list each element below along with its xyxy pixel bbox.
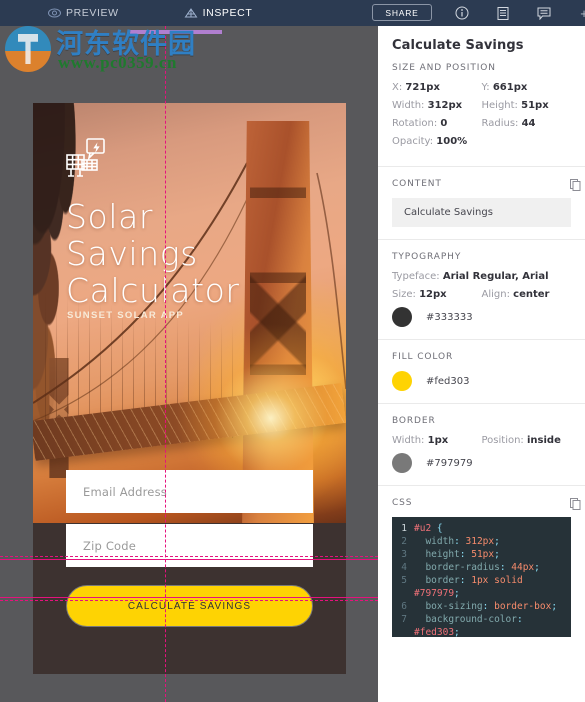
typeface-value: Arial Regular, Arial <box>442 271 549 282</box>
section-typography: TYPOGRAPHY Typeface: Arial Regular, Aria… <box>378 239 585 339</box>
border-width-value: 1px <box>427 435 449 446</box>
width-label: Width: <box>392 100 425 111</box>
y-row: Y: 661px <box>482 82 572 93</box>
zip-code-field[interactable]: Zip Code <box>66 524 313 567</box>
align-label: Align: <box>481 289 510 300</box>
fill-color-row[interactable]: #fed303 <box>392 371 571 391</box>
tab-preview-label: PREVIEW <box>66 7 119 19</box>
content-value[interactable]: Calculate Savings <box>392 198 571 227</box>
y-label: Y: <box>481 82 490 93</box>
copy-icon[interactable] <box>570 176 581 195</box>
css-code-line: 2 width: 312px; <box>401 536 500 547</box>
tab-inspect[interactable]: INSPECT <box>180 0 257 26</box>
css-code-line: 1 #u2 { <box>401 523 443 534</box>
tab-preview[interactable]: PREVIEW <box>44 0 123 26</box>
fill-color-heading: FILL COLOR <box>392 352 454 362</box>
radius-value: 44 <box>521 118 536 129</box>
x-row: X: 721px <box>392 82 482 93</box>
css-code-line: 6 box-sizing: border-box; <box>401 601 558 612</box>
radius-label: Radius: <box>481 118 519 129</box>
section-size-and-position: SIZE AND POSITION X: 721px Y: 661px Widt… <box>378 63 585 166</box>
fill-color-swatch[interactable] <box>392 371 412 391</box>
border-width-label: Width: <box>392 435 425 446</box>
calculate-savings-button[interactable]: CALCULATE SAVINGS <box>66 585 313 627</box>
size-and-position-heading: SIZE AND POSITION <box>392 63 496 73</box>
solar-panel-icon <box>66 138 118 180</box>
content-heading: CONTENT <box>392 179 442 189</box>
border-position-value: inside <box>527 435 561 446</box>
opacity-label: Opacity: <box>392 136 434 147</box>
typeface-label: Typeface: <box>392 271 440 282</box>
panel-title: Calculate Savings <box>392 38 524 53</box>
x-label: X: <box>392 82 403 93</box>
inspect-crosshair-icon <box>184 7 198 19</box>
section-fill-color: FILL COLOR #fed303 <box>378 339 585 403</box>
typography-color-hex: #333333 <box>426 311 473 323</box>
more-icon[interactable]: + <box>575 4 585 22</box>
width-row: Width: 312px <box>392 100 482 111</box>
opacity-value: 100% <box>436 136 468 147</box>
css-code-line: 5 border: 1px solid #797979; <box>401 575 523 599</box>
border-color-row[interactable]: #797979 <box>392 453 571 473</box>
section-border: BORDER Width: 1px Position: inside #7979… <box>378 403 585 485</box>
inspector-panel[interactable]: Calculate Savings SIZE AND POSITION X: 7… <box>378 26 585 702</box>
info-icon[interactable] <box>453 4 471 22</box>
hero-photo: Solar Savings Calculator SUNSET SOLAR AP… <box>33 103 346 523</box>
border-position-row: Position: inside <box>482 435 572 446</box>
height-label: Height: <box>481 100 518 111</box>
opacity-row: Opacity: 100% <box>392 136 571 147</box>
x-value: 721px <box>405 82 440 93</box>
font-size-label: Size: <box>392 289 416 300</box>
font-size-row: Size: 12px <box>392 289 482 300</box>
top-toolbar: PREVIEW INSPECT SHARE + <box>0 0 585 26</box>
section-css: CSS 1 #u2 { 2 width: 312px; 3 height: 51px;… <box>378 485 585 637</box>
border-heading: BORDER <box>392 416 436 426</box>
email-field[interactable]: Email Address <box>66 470 313 513</box>
eye-icon <box>48 8 61 18</box>
css-code-line: 3 height: 51px; <box>401 549 500 560</box>
y-value: 661px <box>492 82 528 93</box>
design-canvas[interactable]: Solar Savings Calculator SUNSET SOLAR AP… <box>0 26 378 702</box>
rotation-label: Rotation: <box>392 118 438 129</box>
typography-heading: TYPOGRAPHY <box>392 252 462 262</box>
height-value: 51px <box>521 100 549 111</box>
font-size-value: 12px <box>419 289 447 300</box>
hero-subtitle: SUNSET SOLAR APP <box>67 310 185 321</box>
align-value: center <box>513 289 550 300</box>
copy-icon[interactable] <box>570 495 581 514</box>
phone-mockup-artboard[interactable]: Solar Savings Calculator SUNSET SOLAR AP… <box>33 103 346 674</box>
rotation-value: 0 <box>440 118 448 129</box>
border-color-swatch[interactable] <box>392 453 412 473</box>
hero-title-line-1: Solar <box>66 197 154 236</box>
typography-color-swatch[interactable] <box>392 307 412 327</box>
radius-row: Radius: 44 <box>482 118 572 129</box>
typography-color-row[interactable]: #333333 <box>392 307 571 327</box>
typeface-row: Typeface: Arial Regular, Arial <box>392 271 571 282</box>
comment-icon[interactable] <box>535 4 553 22</box>
border-width-row: Width: 1px <box>392 435 482 446</box>
rotation-row: Rotation: 0 <box>392 118 482 129</box>
section-content: CONTENT Calculate Savings <box>378 166 585 239</box>
css-heading: CSS <box>392 498 413 508</box>
border-position-label: Position: <box>481 435 524 446</box>
css-code-line: 7 background-color: #fed303; <box>401 614 529 637</box>
layers-icon[interactable] <box>494 4 512 22</box>
tab-inspect-label: INSPECT <box>202 7 253 19</box>
css-code-line: 4 border-radius: 44px; <box>401 562 540 573</box>
width-value: 312px <box>427 100 463 111</box>
hero-title-line-3: Calculator <box>66 271 240 310</box>
border-color-hex: #797979 <box>426 457 473 469</box>
fill-color-hex: #fed303 <box>426 375 470 387</box>
css-code-block[interactable]: 1 #u2 { 2 width: 312px; 3 height: 51px; 4 bo… <box>392 517 571 637</box>
hero-title: Solar Savings Calculator <box>66 198 346 309</box>
height-row: Height: 51px <box>482 100 572 111</box>
align-row: Align: center <box>482 289 572 300</box>
hero-title-line-2: Savings <box>66 234 198 273</box>
share-button[interactable]: SHARE <box>372 4 432 21</box>
